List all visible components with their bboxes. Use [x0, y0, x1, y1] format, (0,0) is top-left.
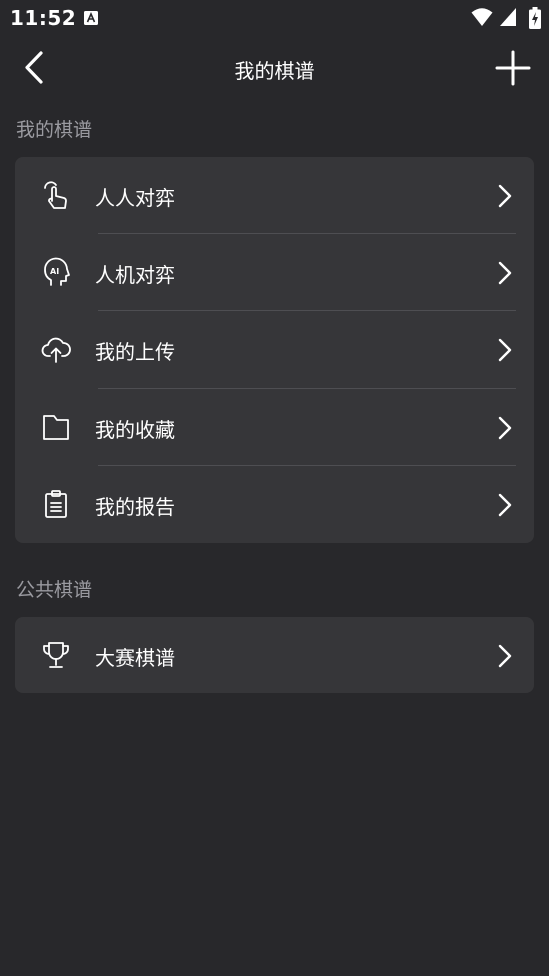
battery-charging-icon: [529, 7, 541, 29]
list-item-label: 人机对弈: [95, 263, 175, 288]
list-item-my-favorites[interactable]: 我的收藏: [15, 389, 534, 466]
page-title: 我的棋谱: [234, 59, 315, 83]
list-item-my-reports[interactable]: 我的报告: [15, 466, 534, 543]
svg-text:AI: AI: [50, 267, 59, 276]
chevron-right-icon: [498, 184, 512, 208]
app-bar: 我的棋谱: [0, 36, 549, 100]
list-item-pve[interactable]: AI 人机对弈: [15, 234, 534, 312]
list-item-label: 我的上传: [95, 340, 175, 365]
chevron-right-icon: [498, 261, 512, 285]
list-item-label: 人人对弈: [95, 186, 175, 210]
cloud-upload-icon: [41, 338, 71, 364]
section-title-public-records: 公共棋谱: [16, 579, 93, 601]
folder-icon: [43, 414, 69, 440]
hand-touch-icon: [44, 181, 67, 209]
trophy-icon: [43, 642, 69, 668]
list-item-my-uploads[interactable]: 我的上传: [15, 311, 534, 389]
plus-icon: [495, 50, 531, 86]
my-records-card: 人人对弈 AI 人机对弈 我的上传 我的收藏 我的报告: [15, 157, 534, 543]
status-time: 11:52: [10, 6, 77, 30]
ai-head-icon: AI: [44, 257, 70, 287]
list-item-label: 我的收藏: [95, 417, 175, 442]
public-records-card: 大赛棋谱: [15, 617, 534, 693]
chevron-right-icon: [498, 339, 512, 362]
list-item-tournament-records[interactable]: 大赛棋谱: [15, 617, 534, 693]
chevron-right-icon: [498, 644, 512, 668]
list-item-label: 大赛棋谱: [95, 646, 175, 670]
clipboard-icon: [45, 489, 67, 518]
add-button[interactable]: [491, 46, 535, 90]
list-item-pvp[interactable]: 人人对弈: [15, 157, 534, 235]
chevron-right-icon: [498, 416, 512, 439]
section-title-my-records: 我的棋谱: [16, 119, 93, 141]
signal-icon: [500, 8, 516, 26]
chevron-right-icon: [498, 493, 512, 516]
wifi-icon: [471, 8, 493, 26]
list-item-label: 我的报告: [95, 494, 175, 519]
a-notification-icon: [84, 11, 98, 25]
status-bar: 11:52: [0, 0, 549, 36]
